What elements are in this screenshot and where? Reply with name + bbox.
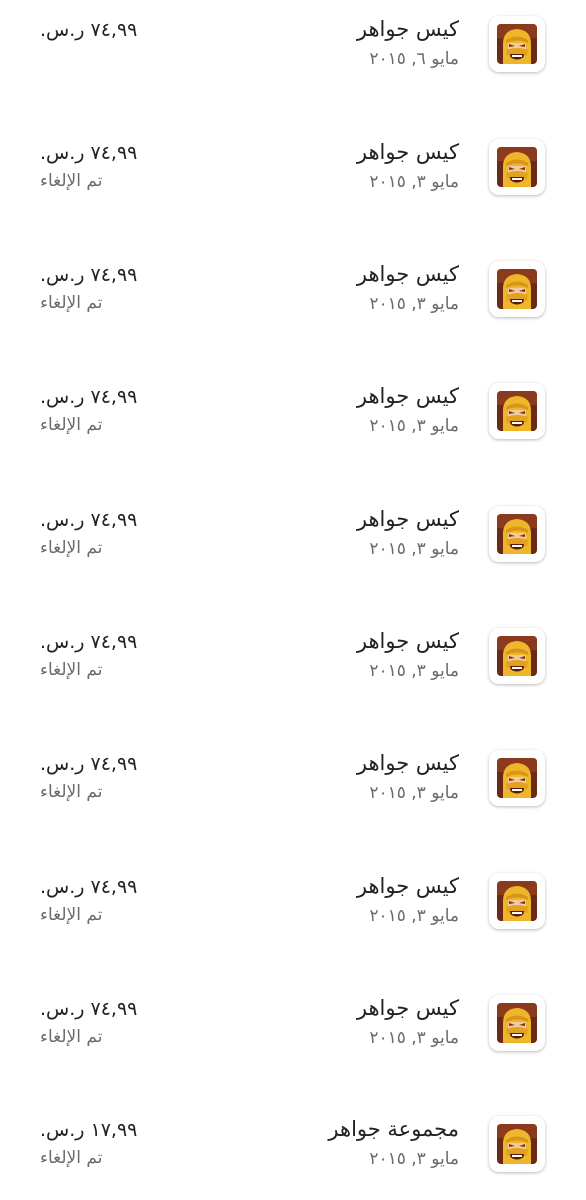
purchase-date: مايو ٣, ٢٠١٥ [369,661,459,681]
purchase-date: مايو ٣, ٢٠١٥ [369,416,459,436]
purchase-title: كيس جواهر [356,17,459,41]
purchase-title: كيس جواهر [356,384,459,408]
purchase-date: مايو ٣, ٢٠١٥ [369,1028,459,1048]
purchase-price: ٧٤,٩٩ ر.س. [40,264,138,286]
purchase-price: ٧٤,٩٩ ر.س. [40,142,138,164]
purchase-price: ٧٤,٩٩ ر.س. [40,386,138,408]
purchase-title: كيس جواهر [356,262,459,286]
purchase-status: تم الإلغاء [40,538,103,558]
purchase-date: مايو ٣, ٢٠١٥ [369,783,459,803]
purchase-row[interactable]: كيس جواهر مايو ٣, ٢٠١٥ ٧٤,٩٩ ر.س. تم الإ… [0,734,586,814]
purchase-row[interactable]: كيس جواهر مايو ٣, ٢٠١٥ ٧٤,٩٩ ر.س. تم الإ… [0,979,586,1059]
purchase-date: مايو ٣, ٢٠١٥ [369,1149,459,1169]
purchase-row[interactable]: كيس جواهر مايو ٣, ٢٠١٥ ٧٤,٩٩ ر.س. تم الإ… [0,857,586,937]
clash-of-clans-barbarian-icon [489,873,545,929]
purchase-title: كيس جواهر [356,140,459,164]
clash-of-clans-barbarian-icon [489,261,545,317]
purchase-status: تم الإلغاء [40,171,103,191]
purchase-status: تم الإلغاء [40,1027,103,1047]
purchase-row[interactable]: مجموعة جواهر مايو ٣, ٢٠١٥ ١٧,٩٩ ر.س. تم … [0,1100,586,1180]
clash-of-clans-barbarian-icon [489,1116,545,1172]
purchase-date: مايو ٣, ٢٠١٥ [369,539,459,559]
purchase-row[interactable]: كيس جواهر مايو ٣, ٢٠١٥ ٧٤,٩٩ ر.س. تم الإ… [0,612,586,692]
purchase-price: ٧٤,٩٩ ر.س. [40,509,138,531]
purchase-status: تم الإلغاء [40,293,103,313]
purchase-title: مجموعة جواهر [328,1117,459,1141]
purchase-row[interactable]: كيس جواهر مايو ٣, ٢٠١٥ ٧٤,٩٩ ر.س. تم الإ… [0,367,586,447]
purchase-date: مايو ٣, ٢٠١٥ [369,906,459,926]
purchase-price: ٧٤,٩٩ ر.س. [40,19,138,41]
purchase-status: تم الإلغاء [40,415,103,435]
purchase-price: ٧٤,٩٩ ر.س. [40,998,138,1020]
purchase-row[interactable]: كيس جواهر مايو ٣, ٢٠١٥ ٧٤,٩٩ ر.س. تم الإ… [0,490,586,570]
clash-of-clans-barbarian-icon [489,995,545,1051]
purchase-title: كيس جواهر [356,751,459,775]
clash-of-clans-barbarian-icon [489,139,545,195]
purchase-row[interactable]: كيس جواهر مايو ٣, ٢٠١٥ ٧٤,٩٩ ر.س. تم الإ… [0,123,586,203]
purchase-price: ٧٤,٩٩ ر.س. [40,753,138,775]
purchase-title: كيس جواهر [356,874,459,898]
clash-of-clans-barbarian-icon [489,750,545,806]
purchase-date: مايو ٦, ٢٠١٥ [369,49,459,69]
clash-of-clans-barbarian-icon [489,16,545,72]
purchase-price: ٧٤,٩٩ ر.س. [40,631,138,653]
purchase-status: تم الإلغاء [40,1148,103,1168]
clash-of-clans-barbarian-icon [489,383,545,439]
purchase-title: كيس جواهر [356,507,459,531]
purchase-price: ١٧,٩٩ ر.س. [40,1119,138,1141]
purchase-status: تم الإلغاء [40,905,103,925]
purchase-date: مايو ٣, ٢٠١٥ [369,294,459,314]
purchase-title: كيس جواهر [356,996,459,1020]
clash-of-clans-barbarian-icon [489,506,545,562]
purchase-title: كيس جواهر [356,629,459,653]
purchase-price: ٧٤,٩٩ ر.س. [40,876,138,898]
purchase-date: مايو ٣, ٢٠١٥ [369,172,459,192]
purchase-status: تم الإلغاء [40,660,103,680]
purchase-status: تم الإلغاء [40,782,103,802]
purchase-row[interactable]: كيس جواهر مايو ٣, ٢٠١٥ ٧٤,٩٩ ر.س. تم الإ… [0,245,586,325]
clash-of-clans-barbarian-icon [489,628,545,684]
purchase-history-list: كيس جواهر مايو ٦, ٢٠١٥ ٧٤,٩٩ ر.س. كيس جو… [0,0,586,1200]
purchase-row[interactable]: كيس جواهر مايو ٦, ٢٠١٥ ٧٤,٩٩ ر.س. [0,0,586,80]
